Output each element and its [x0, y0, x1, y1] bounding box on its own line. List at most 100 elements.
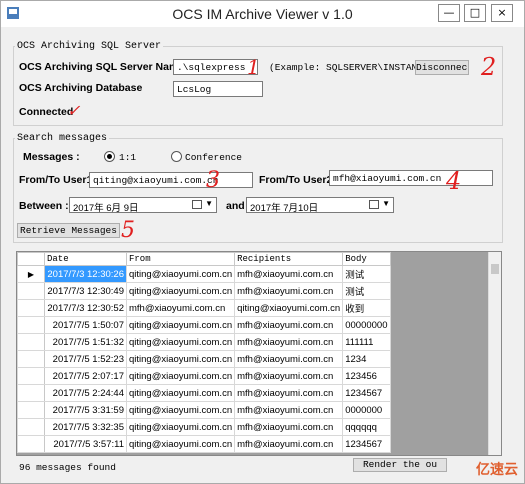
maximize-button[interactable]: □	[464, 4, 486, 22]
cell-date[interactable]: 2017/7/5 1:51:32	[44, 333, 127, 351]
cell-body[interactable]: 测试	[342, 265, 391, 283]
cell-body[interactable]: 1234567	[342, 384, 391, 402]
minimize-button[interactable]: —	[438, 4, 460, 22]
cell-from[interactable]: mfh@xiaoyumi.com.cn	[125, 299, 236, 317]
table-row[interactable]: 2017/7/5 1:51:32 qiting@xiaoyumi.com.cn mf…	[17, 333, 391, 351]
cell-body[interactable]: 111111	[342, 333, 391, 351]
cell-from[interactable]: qiting@xiaoyumi.com.cn	[125, 435, 236, 453]
column-header-from[interactable]: From	[125, 252, 236, 266]
logo-text: 亿速云	[476, 461, 518, 477]
database-input[interactable]: LcsLog	[173, 81, 263, 97]
example-text: (Example: SQLSERVER\INSTANCE)	[269, 62, 435, 73]
table-row[interactable]: 2017/7/5 3:31:59 qiting@xiaoyumi.com.cn mf…	[17, 401, 391, 419]
cell-date[interactable]: 2017/7/5 3:31:59	[44, 401, 127, 419]
cell-from[interactable]: qiting@xiaoyumi.com.cn	[125, 265, 236, 283]
cell-date[interactable]: 2017/7/5 1:52:23	[44, 350, 127, 368]
row-header[interactable]	[17, 401, 45, 419]
cell-body[interactable]: 00000000	[342, 316, 391, 334]
cell-recipients[interactable]: mfh@xiaoyumi.com.cn	[234, 316, 344, 334]
row-header[interactable]	[17, 367, 45, 385]
table-row[interactable]: 2017/7/5 2:24:44 qiting@xiaoyumi.com.cn mf…	[17, 384, 391, 402]
cell-from[interactable]: qiting@xiaoyumi.com.cn	[125, 350, 236, 368]
radio-1to1[interactable]	[104, 151, 115, 162]
annotation-5: 5	[121, 218, 135, 243]
date-to-value: 2017年 7月10日	[250, 203, 319, 214]
cell-date[interactable]: 2017/7/3 12:30:52	[44, 299, 127, 317]
cell-recipients[interactable]: mfh@xiaoyumi.com.cn	[234, 333, 344, 351]
row-header[interactable]	[17, 299, 45, 317]
cell-from[interactable]: qiting@xiaoyumi.com.cn	[125, 333, 236, 351]
cell-body[interactable]: 1234	[342, 350, 391, 368]
messages-table: Date From Recipients Body ▶ 2017/7/3 12:3…	[17, 252, 391, 453]
cell-from[interactable]: qiting@xiaoyumi.com.cn	[125, 401, 236, 419]
cell-date[interactable]: 2017/7/5 3:32:35	[44, 418, 127, 436]
cell-date[interactable]: 2017/7/3 12:30:49	[44, 282, 127, 300]
cell-recipients[interactable]: mfh@xiaoyumi.com.cn	[234, 265, 344, 283]
close-button[interactable]: ×	[491, 4, 513, 22]
row-header[interactable]	[17, 435, 45, 453]
column-header-recipients[interactable]: Recipients	[234, 252, 344, 266]
retrieve-messages-button[interactable]: Retrieve Messages	[17, 223, 120, 238]
cell-date[interactable]: 2017/7/5 2:24:44	[44, 384, 127, 402]
cell-date[interactable]: 2017/7/5 1:50:07	[44, 316, 127, 334]
cell-recipients[interactable]: mfh@xiaoyumi.com.cn	[234, 435, 344, 453]
cell-recipients[interactable]: mfh@xiaoyumi.com.cn	[234, 367, 344, 385]
cell-recipients[interactable]: mfh@xiaoyumi.com.cn	[234, 350, 344, 368]
table-row[interactable]: 2017/7/5 1:52:23 qiting@xiaoyumi.com.cn mf…	[17, 350, 391, 368]
date-to-picker[interactable]: 2017年 7月10日 ▼	[246, 197, 394, 214]
date-from-picker[interactable]: 2017年 6月 9日 ▼	[69, 197, 217, 214]
radio-conference[interactable]	[171, 151, 182, 162]
cell-from[interactable]: qiting@xiaoyumi.com.cn	[125, 282, 236, 300]
row-header[interactable]	[17, 350, 45, 368]
table-row[interactable]: ▶ 2017/7/3 12:30:26 qiting@xiaoyumi.com.cn…	[17, 265, 391, 283]
connection-status: Connected	[19, 106, 74, 118]
cell-body[interactable]: 123456	[342, 367, 391, 385]
table-row[interactable]: 2017/7/5 2:07:17 qiting@xiaoyumi.com.cn mf…	[17, 367, 391, 385]
cell-body[interactable]: 收到	[342, 299, 391, 317]
cell-from[interactable]: qiting@xiaoyumi.com.cn	[125, 367, 236, 385]
grid-vertical-scrollbar[interactable]	[488, 252, 501, 455]
render-output-button[interactable]: Render the ou	[353, 458, 447, 472]
cell-from[interactable]: qiting@xiaoyumi.com.cn	[125, 316, 236, 334]
cell-recipients[interactable]: mfh@xiaoyumi.com.cn	[234, 384, 344, 402]
row-header[interactable]	[17, 418, 45, 436]
user1-input[interactable]: qiting@xiaoyumi.com.cn	[89, 172, 253, 188]
cell-recipients[interactable]: mfh@xiaoyumi.com.cn	[234, 401, 344, 419]
disconnect-button[interactable]: Disconnect	[415, 60, 469, 75]
messages-grid[interactable]: Date From Recipients Body ▶ 2017/7/3 12:3…	[16, 251, 502, 456]
row-header[interactable]: ▶	[17, 265, 45, 283]
cell-recipients[interactable]: mfh@xiaoyumi.com.cn	[234, 418, 344, 436]
table-row[interactable]: 2017/7/5 1:50:07 qiting@xiaoyumi.com.cn mf…	[17, 316, 391, 334]
cell-recipients[interactable]: mfh@xiaoyumi.com.cn	[234, 282, 344, 300]
row-header[interactable]	[17, 333, 45, 351]
cell-date[interactable]: 2017/7/3 12:30:26	[44, 265, 127, 283]
database-label: OCS Archiving Database	[19, 82, 143, 94]
column-header-body[interactable]: Body	[342, 252, 391, 266]
server-name-input[interactable]: .\sqlexpress	[173, 59, 258, 75]
column-header-date[interactable]: Date	[44, 252, 127, 266]
row-header[interactable]	[17, 316, 45, 334]
table-row[interactable]: 2017/7/3 12:30:49 qiting@xiaoyumi.com.cn m…	[17, 282, 391, 300]
row-header-corner	[17, 252, 45, 266]
radio-conference-label: Conference	[185, 152, 243, 163]
cell-from[interactable]: qiting@xiaoyumi.com.cn	[125, 384, 236, 402]
row-header[interactable]	[17, 384, 45, 402]
cell-date[interactable]: 2017/7/5 2:07:17	[44, 367, 127, 385]
cell-body[interactable]: 0000000	[342, 401, 391, 419]
table-row[interactable]: 2017/7/5 3:57:11 qiting@xiaoyumi.com.cn mf…	[17, 435, 391, 453]
cell-from[interactable]: qiting@xiaoyumi.com.cn	[125, 418, 236, 436]
table-row[interactable]: 2017/7/5 3:32:35 qiting@xiaoyumi.com.cn mf…	[17, 418, 391, 436]
row-header[interactable]	[17, 282, 45, 300]
between-label: Between :	[19, 200, 69, 212]
cell-date[interactable]: 2017/7/5 3:57:11	[44, 435, 127, 453]
cell-body[interactable]: 1234567	[342, 435, 391, 453]
table-row[interactable]: 2017/7/3 12:30:52 mfh@xiaoyumi.com.cn qiti…	[17, 299, 391, 317]
cell-recipients[interactable]: qiting@xiaoyumi.com.cn	[234, 299, 344, 317]
scrollbar-thumb[interactable]	[491, 264, 499, 274]
annotation-4: 4	[446, 167, 462, 195]
cell-body[interactable]: 测试	[342, 282, 391, 300]
title-bar: OCS IM Archive Viewer v 1.0 — □ ×	[1, 1, 524, 27]
user2-input[interactable]: mfh@xiaoyumi.com.cn	[329, 170, 493, 186]
cell-body[interactable]: qqqqqq	[342, 418, 391, 436]
annotation-1: 1	[247, 55, 260, 79]
